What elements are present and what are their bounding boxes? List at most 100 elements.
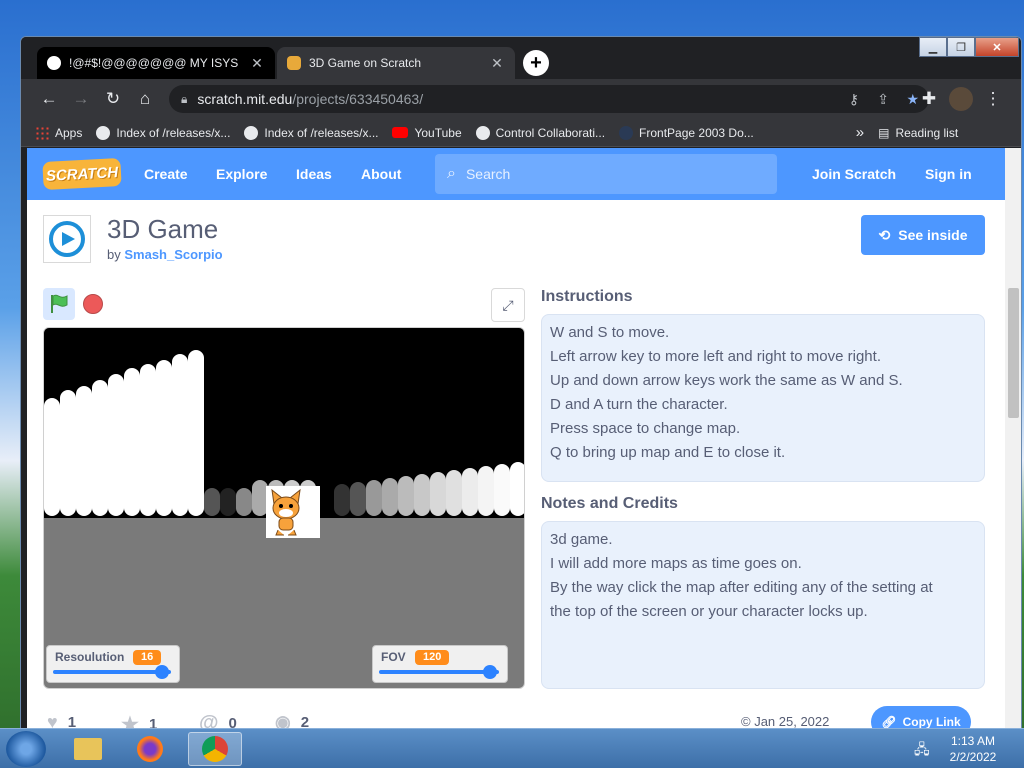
instructions-box: W and S to move. Left arrow key to more … <box>541 314 985 482</box>
instruction-line: W and S to move. <box>550 324 670 341</box>
reload-icon[interactable]: ↻ <box>101 87 125 111</box>
wall-column <box>220 488 236 516</box>
nav-about[interactable]: About <box>361 148 401 200</box>
stop-button[interactable] <box>83 294 103 314</box>
wall-column <box>446 470 462 516</box>
system-clock[interactable]: 1:13 AM 2/2/2022 <box>930 733 1016 765</box>
wall-column <box>236 488 252 516</box>
project-byline: by Smash_Scorpio <box>107 247 223 262</box>
slider-track[interactable] <box>379 670 499 674</box>
share-icon[interactable]: ⇪ <box>877 91 889 108</box>
scrollbar-thumb[interactable] <box>1008 288 1019 418</box>
minimize-button[interactable]: ▁ <box>919 37 947 57</box>
bookmark-index-2[interactable]: Index of /releases/x... <box>244 125 378 140</box>
frontpage-icon <box>619 125 634 140</box>
forward-icon[interactable]: → <box>69 87 93 111</box>
close-icon[interactable]: ✕ <box>249 55 265 72</box>
page-scrollbar[interactable] <box>1005 148 1021 735</box>
reading-list-button[interactable]: ▤ Reading list <box>878 126 958 140</box>
notes-heading: Notes and Credits <box>541 495 678 512</box>
instruction-line: Q to bring up map and E to close it. <box>550 444 786 461</box>
sign-in-link[interactable]: Sign in <box>925 148 972 200</box>
notes-box: 3d game. I will add more maps as time go… <box>541 521 985 689</box>
bookmarks-overflow-button[interactable]: » <box>856 124 864 141</box>
wall-column <box>366 480 382 516</box>
slider-knob[interactable] <box>155 665 169 679</box>
wall-column <box>494 464 510 516</box>
bookmark-control-collab[interactable]: Control Collaborati... <box>475 125 605 140</box>
join-scratch-link[interactable]: Join Scratch <box>812 148 896 200</box>
globe-icon <box>244 125 259 140</box>
wall-column <box>44 398 60 516</box>
fullscreen-icon: ⤢ <box>502 296 514 313</box>
avatar[interactable] <box>949 87 973 111</box>
search-input[interactable]: ⌕ Search <box>435 154 777 194</box>
instruction-line: Up and down arrow keys work the same as … <box>550 372 903 389</box>
firefox-taskbar-icon[interactable] <box>128 732 172 766</box>
wall-column <box>478 466 494 516</box>
slider-knob[interactable] <box>483 665 497 679</box>
wall-column <box>414 474 430 516</box>
globe-icon <box>96 125 111 140</box>
see-inside-button[interactable]: ⟲ See inside <box>861 215 985 255</box>
network-icon[interactable]: 🖧︎ <box>914 739 930 763</box>
wall-column <box>188 350 204 516</box>
wall-column <box>108 374 124 516</box>
apps-grid-icon <box>35 125 49 140</box>
bookmark-frontpage[interactable]: FrontPage 2003 Do... <box>619 125 754 140</box>
key-icon[interactable]: ⚷ <box>849 91 859 108</box>
wall-column <box>172 354 188 516</box>
lock-icon: 🔒︎ <box>181 91 188 106</box>
reading-list-icon: ▤ <box>878 125 890 140</box>
fullscreen-button[interactable]: ⤢ <box>491 288 525 322</box>
green-flag-icon <box>51 294 68 313</box>
wall-column <box>510 462 524 516</box>
bookmark-index-1[interactable]: Index of /releases/x... <box>96 125 230 140</box>
monitor-label: Resoulution <box>55 650 125 664</box>
address-bar[interactable]: 🔒︎ scratch.mit.edu/projects/633450463/ ⚷… <box>169 85 929 113</box>
nav-ideas[interactable]: Ideas <box>296 148 332 200</box>
project-stage[interactable]: Resoulution 16 FOV 120 <box>43 327 525 689</box>
monitor-label: FOV <box>381 650 406 664</box>
tab-scratch[interactable]: 3D Game on Scratch ✕ <box>277 47 515 79</box>
chrome-taskbar-icon[interactable] <box>188 732 242 766</box>
youtube-icon <box>392 127 409 138</box>
scratch-favicon-icon <box>287 56 301 70</box>
reading-list-label: Reading list <box>895 125 959 140</box>
maximize-button[interactable]: ❐ <box>947 37 975 57</box>
scratch-navbar: SCRATCH Create Explore Ideas About ⌕ Sea… <box>27 148 1005 200</box>
bookmarks-bar: Apps Index of /releases/x... Index of /r… <box>21 119 1021 147</box>
slider-track[interactable] <box>53 670 171 674</box>
url-path: /projects/633450463/ <box>292 91 424 107</box>
explorer-taskbar-icon[interactable] <box>66 732 110 766</box>
wall-column <box>398 476 414 516</box>
nav-create[interactable]: Create <box>144 148 188 200</box>
nav-explore[interactable]: Explore <box>216 148 267 200</box>
scratch-logo[interactable]: SCRATCH <box>42 157 122 191</box>
menu-icon[interactable]: ⋮ <box>981 87 1005 111</box>
web-page: SCRATCH Create Explore Ideas About ⌕ Sea… <box>27 148 1005 735</box>
tab-title: !@#$!@@@@@@@ MY ISYS PR <box>69 56 241 70</box>
home-icon[interactable]: ⌂ <box>133 87 157 111</box>
back-icon[interactable]: ← <box>37 87 61 111</box>
bookmark-apps[interactable]: Apps <box>35 125 83 140</box>
window-close-button[interactable]: ✕ <box>975 37 1019 57</box>
author-avatar[interactable] <box>43 215 91 263</box>
bookmark-label: Apps <box>55 125 83 140</box>
green-flag-button[interactable] <box>43 288 75 320</box>
by-label: by <box>107 247 121 262</box>
browser-toolbar: ← → ↻ ⌂ 🔒︎ scratch.mit.edu/projects/6334… <box>21 79 1021 119</box>
bookmark-label: FrontPage 2003 Do... <box>639 125 754 140</box>
close-icon[interactable]: ✕ <box>489 55 505 72</box>
globe-icon <box>47 56 61 70</box>
tab-isys[interactable]: !@#$!@@@@@@@ MY ISYS PR ✕ <box>37 47 275 79</box>
author-link[interactable]: Smash_Scorpio <box>124 247 222 262</box>
wall-column <box>124 368 140 516</box>
start-button[interactable] <box>6 731 46 767</box>
monitor-value: 16 <box>133 650 162 665</box>
new-tab-button[interactable]: + <box>523 50 549 76</box>
extensions-icon[interactable]: ✚ <box>917 87 941 111</box>
bookmark-youtube[interactable]: YouTube <box>392 126 462 140</box>
clock-time: 1:13 AM <box>950 734 996 748</box>
project-date: © Jan 25, 2022 <box>741 714 830 729</box>
